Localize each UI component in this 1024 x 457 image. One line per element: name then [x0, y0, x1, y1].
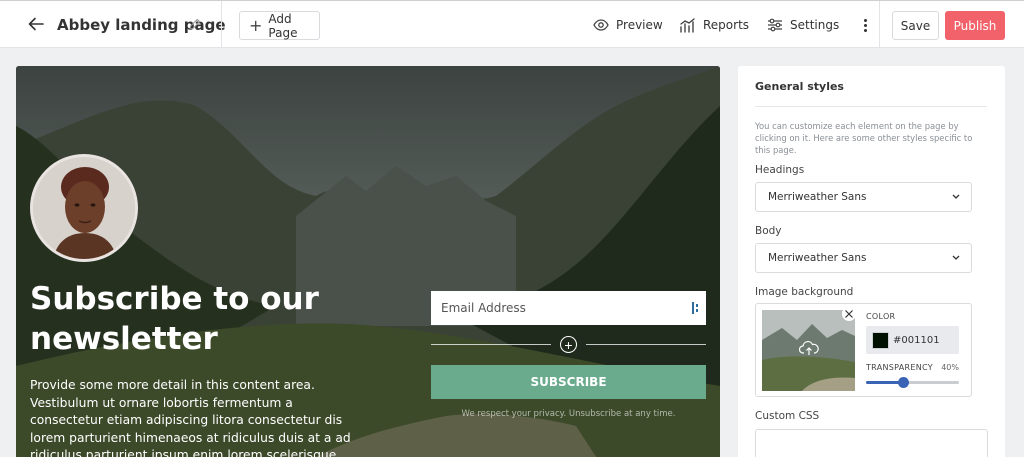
styles-panel: General styles You can customize each el…	[738, 66, 1005, 457]
transparency-slider[interactable]	[866, 377, 959, 388]
panel-description: You can customize each element on the pa…	[755, 121, 973, 155]
background-thumbnail[interactable]	[762, 310, 855, 391]
chevron-down-icon	[952, 194, 960, 199]
settings-label: Settings	[790, 18, 840, 32]
chart-icon	[680, 17, 695, 33]
add-page-button[interactable]: + Add Page	[239, 11, 320, 40]
color-swatch	[872, 331, 889, 349]
pencil-icon[interactable]	[188, 18, 201, 31]
body-text[interactable]: Provide some more detail in this content…	[30, 377, 360, 457]
top-bar: Abbey landing page + Add Page Preview Re…	[0, 0, 1024, 48]
plus-icon: +	[249, 15, 263, 35]
reports-label: Reports	[703, 18, 750, 32]
body-font-value: Merriweather Sans	[768, 252, 867, 264]
divider-line	[586, 344, 706, 345]
image-background-box: COLOR #001101 TRANSPARENCY 40%	[755, 303, 972, 397]
preview-button[interactable]: Preview	[593, 16, 663, 34]
save-button[interactable]: Save	[892, 11, 939, 40]
subscribe-button[interactable]: SUBSCRIBE	[431, 365, 706, 399]
plus-circle-icon[interactable]: +	[560, 336, 577, 353]
divider	[221, 1, 222, 48]
color-label: COLOR	[866, 312, 896, 321]
reports-button[interactable]: Reports	[680, 16, 749, 34]
transparency-value: 40%	[941, 363, 959, 372]
body-label: Body	[755, 225, 782, 237]
publish-button[interactable]: Publish	[945, 11, 1005, 40]
panel-title: General styles	[755, 80, 844, 93]
drag-handle-icon[interactable]	[692, 301, 700, 315]
headings-font-value: Merriweather Sans	[768, 191, 867, 203]
eye-icon	[593, 19, 609, 31]
avatar	[30, 154, 138, 262]
divider	[879, 1, 880, 48]
transparency-label: TRANSPARENCY	[866, 363, 933, 372]
chevron-down-icon	[952, 255, 960, 260]
close-icon[interactable]	[842, 307, 856, 321]
headline[interactable]: Subscribe to our newsletter	[30, 279, 330, 359]
arrow-left-icon[interactable]	[27, 15, 45, 33]
headings-font-select[interactable]: Merriweather Sans	[755, 182, 972, 212]
color-picker[interactable]: #001101	[866, 326, 959, 354]
privacy-note: We respect your privacy. Unsubscribe at …	[461, 409, 676, 419]
email-placeholder: Email Address	[441, 301, 526, 315]
custom-css-textarea[interactable]	[755, 429, 988, 457]
color-hex-value: #001101	[893, 334, 940, 346]
custom-css-label: Custom CSS	[755, 410, 820, 422]
cloud-upload-icon[interactable]	[799, 340, 819, 356]
headings-label: Headings	[755, 164, 805, 176]
settings-button[interactable]: Settings	[767, 16, 839, 34]
divider	[755, 106, 987, 107]
preview-label: Preview	[616, 18, 663, 32]
add-page-label: Add Page	[268, 11, 298, 40]
dots-vertical-icon[interactable]	[858, 16, 872, 34]
body-font-select[interactable]: Merriweather Sans	[755, 243, 972, 273]
person-photo	[33, 157, 135, 259]
slider-thumb[interactable]	[898, 377, 910, 388]
divider-line	[431, 344, 551, 345]
sliders-icon	[768, 18, 782, 32]
email-field[interactable]: Email Address	[431, 291, 706, 325]
page-canvas[interactable]: Subscribe to our newsletter Provide some…	[16, 66, 720, 457]
image-background-label: Image background	[755, 286, 854, 298]
